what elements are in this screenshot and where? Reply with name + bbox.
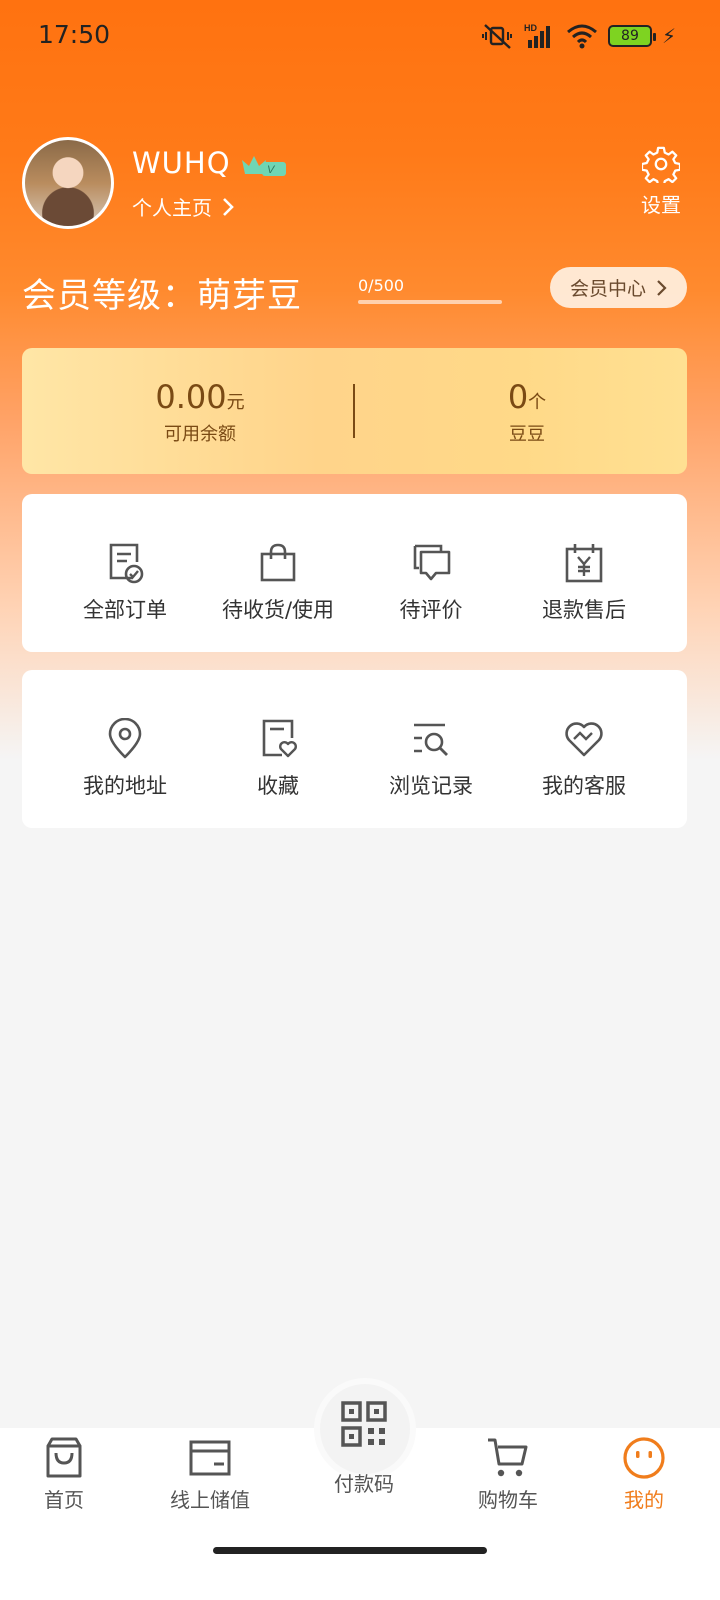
my-address-button[interactable]: 我的地址 [42,670,208,828]
refund-service-button[interactable]: 退款售后 [501,494,667,652]
services-card: 我的地址 收藏 浏览记录 我的客服 [22,670,687,828]
orders-label: 待收货/使用 [221,598,335,622]
tab-cart-label: 购物车 [478,1488,538,1512]
status-bar: 17:50 HD 89 ⚡ [0,0,720,70]
comment-icon [413,544,451,581]
orders-label: 全部订单 [83,598,167,622]
pending-review-button[interactable]: 待评价 [348,494,514,652]
browse-history-button[interactable]: 浏览记录 [348,670,514,828]
location-pin-icon [108,718,142,759]
tab-pay-code[interactable]: 付款码 [304,1400,424,1497]
favorite-icon [262,719,297,758]
refund-icon [565,544,603,583]
card-wallet-icon [189,1440,231,1476]
beans-item[interactable]: 0个 豆豆 [427,378,627,446]
smiley-face-icon [623,1437,665,1479]
order-list-icon [109,543,144,584]
services-label: 浏览记录 [389,774,473,798]
balance-unit: 元 [226,392,245,413]
tab-recharge-label: 线上储值 [170,1488,250,1512]
status-icons: HD 89 ⚡ [481,20,676,52]
services-label: 我的客服 [542,774,626,798]
customer-service-icon [565,722,603,757]
chevron-right-icon [657,279,667,296]
chevron-right-icon [223,197,234,216]
member-center-label: 会员中心 [569,278,646,300]
customer-service-button[interactable]: 我的客服 [501,670,667,828]
hd-signal-icon: HD [524,23,550,48]
mute-vibrate-icon [481,24,512,49]
member-center-button[interactable]: 会员中心 [550,267,687,308]
wifi-icon [566,24,597,49]
gear-icon [640,146,682,187]
balance-amount: 0.00 [155,378,227,416]
orders-label: 退款售后 [542,598,626,622]
tab-mine[interactable]: 我的 [584,1436,704,1513]
all-orders-button[interactable]: 全部订单 [42,494,208,652]
member-progress-bar [358,300,502,304]
services-label: 收藏 [257,774,299,798]
favorites-button[interactable]: 收藏 [195,670,361,828]
balance-card: 0.00元 可用余额 0个 豆豆 [22,348,687,474]
vip-crown-icon: V [242,156,286,176]
services-label: 我的地址 [83,774,167,798]
orders-label: 待评价 [399,598,463,622]
tab-online-recharge[interactable]: 线上储值 [150,1436,270,1513]
battery-icon: 89 [607,25,656,47]
username: WUHQ [132,146,231,180]
tab-home-label: 首页 [44,1488,84,1512]
settings-label: 设置 [641,193,681,217]
beans-label: 豆豆 [509,424,545,445]
cart-icon [488,1438,528,1477]
tab-pay-label: 付款码 [334,1472,394,1496]
shopping-bag-icon [260,543,296,582]
balance-divider [353,384,355,438]
charging-icon: ⚡ [661,24,676,48]
tab-mine-label: 我的 [624,1488,664,1512]
svg-text:HD: HD [524,23,537,33]
balance-item[interactable]: 0.00元 可用余额 [100,378,300,446]
settings-button[interactable]: 设置 [636,145,686,218]
shopping-bag-icon [46,1437,82,1478]
qr-code-icon [341,1401,387,1447]
battery-level: 89 [621,28,639,44]
pending-receipt-button[interactable]: 待收货/使用 [195,494,361,652]
homepage-label: 个人主页 [132,196,212,220]
member-progress-text: 0/500 [358,276,405,295]
balance-label: 可用余额 [164,424,236,445]
beans-unit: 个 [528,392,547,413]
tab-cart[interactable]: 购物车 [448,1436,568,1513]
avatar[interactable] [22,137,114,229]
status-time: 17:50 [38,20,111,49]
home-indicator[interactable] [213,1547,487,1554]
personal-homepage-link[interactable]: 个人主页 [132,192,234,221]
member-level: 会员等级：萌芽豆 [22,276,302,316]
orders-card: 全部订单 待收货/使用 待评价 退款售后 [22,494,687,652]
beans-count: 0 [507,378,529,416]
tab-home[interactable]: 首页 [4,1436,124,1513]
browse-history-icon [414,723,448,756]
